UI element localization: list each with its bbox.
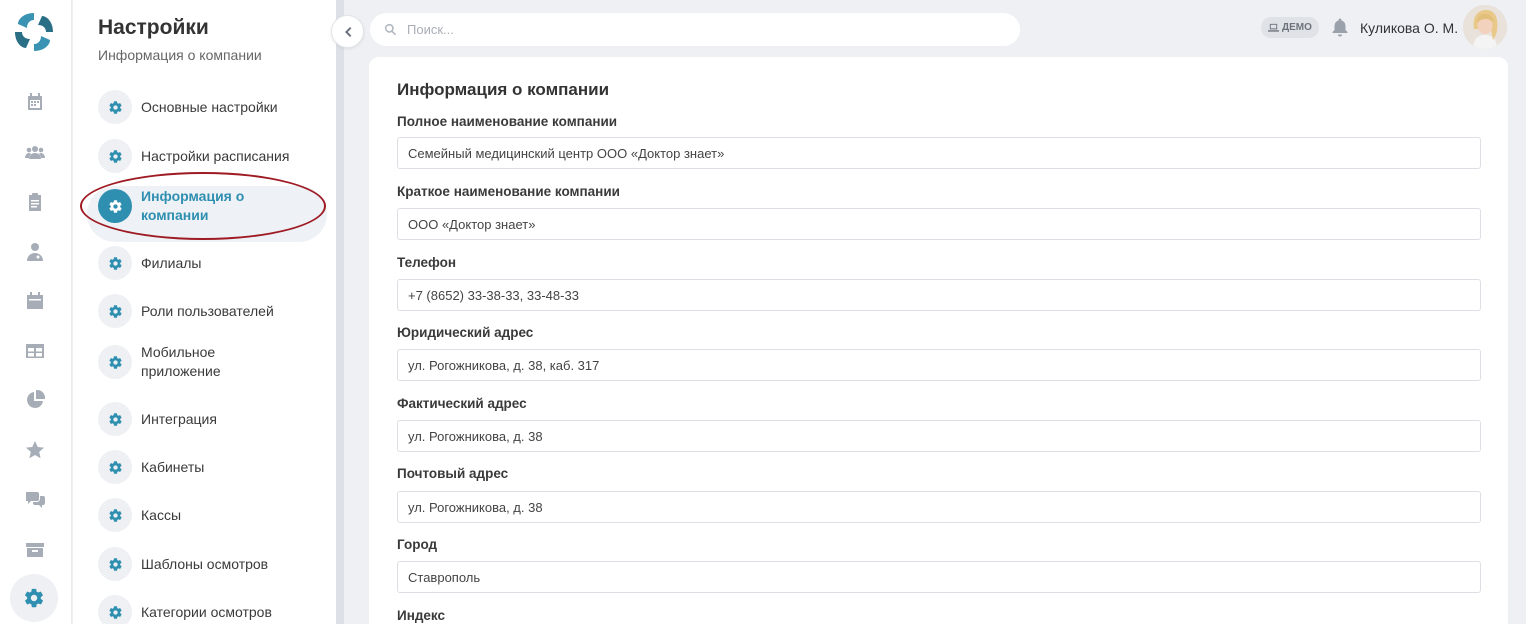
gear-icon — [98, 345, 132, 379]
gear-icon — [98, 402, 132, 436]
page-title: Настройки — [98, 16, 209, 39]
user-name[interactable]: Куликова О. М. — [1360, 20, 1458, 36]
field-label: Фактический адрес — [397, 396, 527, 411]
field-label: Индекс — [397, 608, 446, 623]
settings-menu-item[interactable]: Категории осмотров — [98, 595, 328, 624]
settings-menu-item-label: Кассы — [141, 506, 182, 523]
gear-icon — [98, 498, 132, 532]
settings-panel: Настройки Информация о компании Основные… — [73, 0, 336, 624]
users-icon[interactable] — [22, 140, 48, 166]
settings-menu-item[interactable]: Интеграция — [98, 402, 328, 436]
gear-icon[interactable] — [10, 574, 58, 622]
settings-menu-item[interactable]: Кассы — [98, 498, 328, 532]
gear-icon — [98, 90, 132, 124]
icon-rail — [0, 0, 72, 624]
settings-menu-item-label: Роли пользователей — [141, 302, 274, 319]
settings-menu-item[interactable]: Мобильное приложение — [98, 343, 328, 381]
field-input[interactable] — [397, 561, 1481, 593]
card-title: Информация о компании — [397, 80, 610, 99]
field-input[interactable] — [397, 279, 1481, 311]
panel-divider — [336, 0, 344, 624]
field-input[interactable] — [397, 137, 1481, 169]
table-icon[interactable] — [22, 338, 48, 364]
gear-icon — [98, 139, 132, 173]
settings-menu-item-label: Мобильное приложение — [141, 344, 221, 379]
settings-menu-item[interactable]: Настройки расписания — [98, 139, 328, 173]
demo-badge: ДЕМО — [1261, 17, 1319, 38]
search-bar[interactable] — [370, 13, 1020, 46]
settings-menu-item[interactable]: Роли пользователей — [98, 294, 328, 328]
gear-icon — [98, 189, 132, 223]
demo-badge-label: ДЕМО — [1282, 22, 1312, 33]
field-input[interactable] — [397, 420, 1481, 452]
settings-menu-item-label: Филиалы — [141, 254, 202, 271]
logo-icon[interactable] — [12, 10, 56, 54]
company-info-card: Информация о компании Полное наименовани… — [369, 57, 1508, 624]
bell-icon[interactable] — [1330, 17, 1350, 39]
star-icon[interactable] — [22, 437, 48, 463]
chevron-left-icon — [344, 26, 351, 37]
doctor-icon[interactable] — [22, 239, 48, 265]
settings-menu-item[interactable]: Информация о компании — [98, 187, 328, 225]
breadcrumb: Информация о компании — [98, 47, 262, 63]
chat-icon[interactable] — [22, 486, 48, 512]
field-input[interactable] — [397, 208, 1481, 240]
settings-menu-item[interactable]: Шаблоны осмотров — [98, 547, 328, 581]
search-input[interactable] — [407, 22, 987, 37]
gear-icon — [98, 547, 132, 581]
settings-menu-item-label: Интеграция — [141, 410, 217, 427]
settings-menu-item-label: Шаблоны осмотров — [141, 555, 269, 572]
box-icon[interactable] — [22, 536, 48, 562]
gear-icon — [98, 294, 132, 328]
settings-menu-item-label: Категории осмотров — [141, 603, 272, 620]
laptop-icon — [1268, 23, 1279, 32]
schedule-icon[interactable] — [22, 288, 48, 314]
field-label: Полное наименование компании — [397, 114, 618, 129]
field-label: Город — [397, 537, 438, 552]
field-label: Телефон — [397, 255, 457, 270]
gear-icon — [98, 246, 132, 280]
search-icon — [384, 23, 397, 36]
field-input[interactable] — [397, 349, 1481, 381]
field-label: Юридический адрес — [397, 325, 534, 340]
pie-chart-icon[interactable] — [22, 387, 48, 413]
gear-icon — [98, 450, 132, 484]
settings-menu-item[interactable]: Кабинеты — [98, 450, 328, 484]
settings-menu-item-label: Основные настройки — [141, 98, 278, 115]
settings-menu-item-label: Кабинеты — [141, 458, 205, 475]
settings-menu-item[interactable]: Филиалы — [98, 246, 328, 280]
field-label: Почтовый адрес — [397, 466, 509, 481]
field-input[interactable] — [397, 491, 1481, 523]
settings-menu-item-label: Информация о компании — [141, 188, 245, 223]
avatar[interactable] — [1463, 5, 1507, 49]
settings-menu-item-label: Настройки расписания — [141, 147, 290, 164]
calendar-icon[interactable] — [22, 89, 48, 115]
field-label: Краткое наименование компании — [397, 184, 620, 199]
collapse-panel-button[interactable] — [331, 15, 364, 48]
gear-icon — [98, 595, 132, 624]
clipboard-icon[interactable] — [22, 189, 48, 215]
settings-menu-item[interactable]: Основные настройки — [98, 90, 328, 124]
